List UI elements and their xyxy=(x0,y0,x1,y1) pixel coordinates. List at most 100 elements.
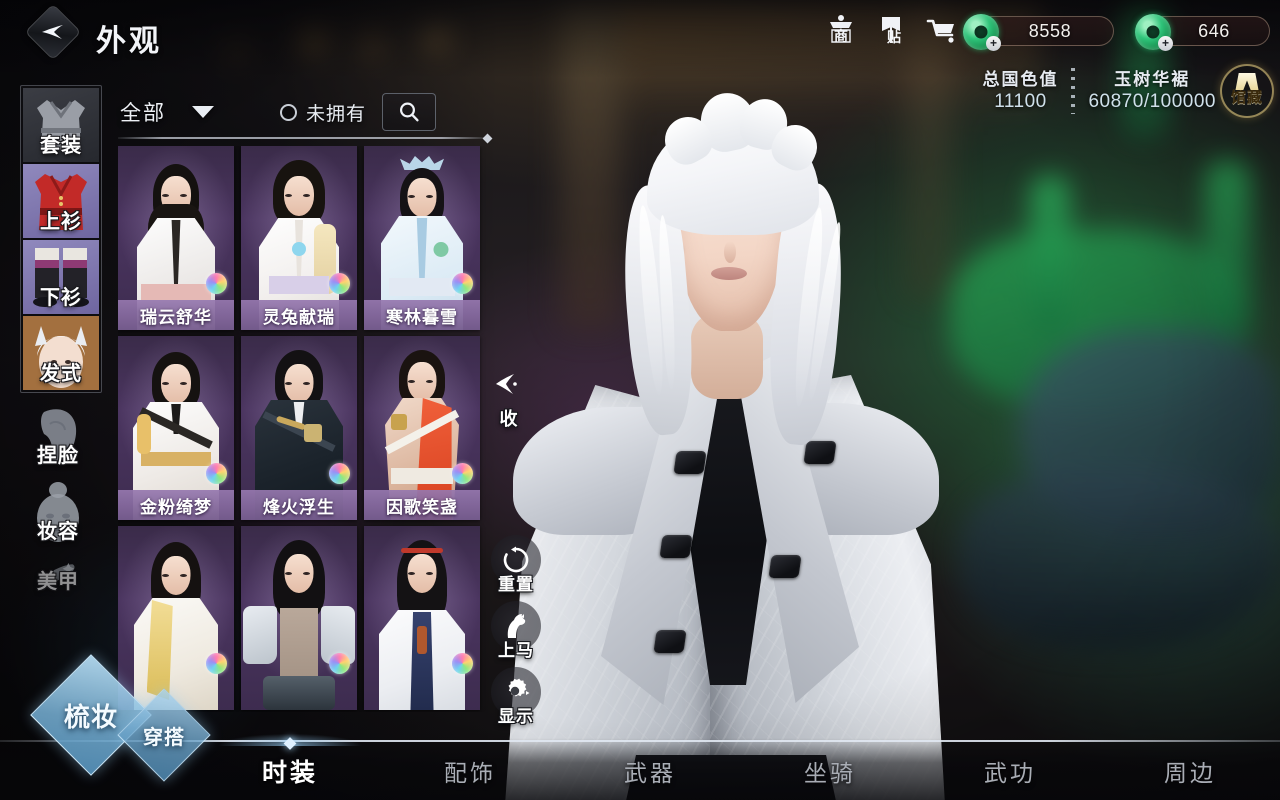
add-currency-icon[interactable]: + xyxy=(1158,36,1173,51)
chevron-down-icon[interactable] xyxy=(192,106,214,118)
sidebar-item-xiashan[interactable]: 下衫 xyxy=(23,240,99,314)
sidebar-item-zhuangrong[interactable]: 妆容 xyxy=(20,474,96,548)
tab-zhoubian[interactable]: 周边 xyxy=(1100,742,1280,800)
total-beauty-label: 总国色值 xyxy=(982,69,1059,89)
top-bar: 外观 商 贴 + 8558 + 646 xyxy=(0,0,1280,62)
outfit-grid-inner: 瑞云舒华 灵兔献瑞 寒林暮雪 金粉绮梦 烽火浮生 因歌笑盏 xyxy=(118,146,486,710)
sidebar-label: 捏脸 xyxy=(37,445,79,467)
mode-label: 穿搭 xyxy=(143,726,185,749)
outfit-card-name: 灵兔献瑞 xyxy=(241,300,357,330)
tab-label: 时装 xyxy=(261,759,318,787)
shop-banner-icon[interactable]: 商 xyxy=(824,13,858,47)
robe-fastener xyxy=(653,630,687,653)
collapse-panel-button[interactable]: 收 xyxy=(487,372,531,431)
search-button[interactable] xyxy=(382,93,437,131)
sidebar-label: 美甲 xyxy=(37,571,79,593)
collapse-panel-label: 收 xyxy=(499,409,519,429)
scene-green-column xyxy=(1030,175,1070,335)
unowned-radio[interactable] xyxy=(280,103,297,121)
stats-bar: 总国色值 11100 玉树华裾 60870/100000 馆藏 xyxy=(982,66,1272,116)
page-title: 外观 xyxy=(96,25,162,58)
green-jade-coin-icon: + xyxy=(1135,14,1173,51)
tab-shizhuang[interactable]: 时装 xyxy=(190,712,390,800)
tab-wugong[interactable]: 武功 xyxy=(920,742,1100,800)
outfit-card-name: 因歌笑盏 xyxy=(364,490,480,520)
filter-bar: 全部 未拥有 xyxy=(120,88,480,136)
sidebar-item-fashi[interactable]: 发式 xyxy=(23,316,99,390)
outfit-grid[interactable]: 瑞云舒华 灵兔献瑞 寒林暮雪 金粉绮梦 烽火浮生 因歌笑盏 xyxy=(118,146,486,712)
outfit-card[interactable]: 金粉绮梦 xyxy=(118,336,234,520)
category-dropdown-value: 全部 xyxy=(120,102,166,125)
currency-value: 8558 xyxy=(1028,20,1072,41)
tab-label: 周边 xyxy=(1164,760,1216,786)
bottom-nav: 梳妆 穿搭 时装 配饰 武器 坐骑 武功 周边 xyxy=(0,654,1280,800)
top-right-icon-group: 商 贴 xyxy=(824,13,958,47)
mount-button[interactable]: 上马 xyxy=(487,601,545,661)
outfit-progress: 玉树华裾 60870/100000 xyxy=(1088,69,1216,114)
chevron-left-icon xyxy=(496,374,517,394)
sidebar-label: 发式 xyxy=(40,363,82,385)
scene-green-column xyxy=(1205,160,1251,330)
outfit-card[interactable]: 因歌笑盏 xyxy=(364,336,480,520)
dye-wheel-icon[interactable] xyxy=(329,463,350,484)
mode-label: 梳妆 xyxy=(63,701,118,732)
robe-fastener xyxy=(803,441,837,464)
outfit-card[interactable]: 灵兔献瑞 xyxy=(241,146,357,330)
robe-fastener xyxy=(659,535,693,558)
add-currency-icon[interactable]: + xyxy=(986,36,1001,51)
sidebar-item-meijia[interactable]: 美甲 xyxy=(20,550,96,598)
shopping-cart-icon[interactable] xyxy=(924,13,958,47)
outfit-card-name: 烽火浮生 xyxy=(241,490,357,520)
currency-jade-gem[interactable]: + 646 xyxy=(1135,14,1270,51)
bottom-tab-list: 时装 配饰 武器 坐骑 武功 周边 xyxy=(190,712,1280,800)
outfit-card[interactable]: 瑞云舒华 xyxy=(118,146,234,330)
outfit-card-name: 金粉绮梦 xyxy=(118,490,234,520)
outfit-card[interactable]: 烽火浮生 xyxy=(241,336,357,520)
green-jade-coin-icon: + xyxy=(963,14,1001,51)
scene-dark-rock xyxy=(960,470,1280,650)
sidebar-item-taozhuang[interactable]: 套装 xyxy=(23,88,99,162)
tab-label: 武功 xyxy=(984,760,1036,786)
sidebar-item-nielian[interactable]: 捏脸 xyxy=(20,398,96,472)
outfit-progress-value: 60870/100000 xyxy=(1088,90,1216,112)
collection-badge[interactable]: 馆藏 xyxy=(1222,66,1272,116)
search-icon xyxy=(400,102,419,122)
outfit-card[interactable]: 寒林暮雪 xyxy=(364,146,480,330)
category-dropdown[interactable]: 全部 xyxy=(120,97,214,127)
svg-text:贴: 贴 xyxy=(887,29,901,45)
sidebar-label: 上衫 xyxy=(40,211,82,233)
tab-zuoqi[interactable]: 坐骑 xyxy=(740,742,920,800)
dye-wheel-icon[interactable] xyxy=(329,273,350,294)
currency-value: 646 xyxy=(1198,20,1230,41)
category-rail-extra: 捏脸 妆容 美甲 xyxy=(20,398,102,598)
dye-wheel-icon[interactable] xyxy=(206,273,227,294)
robe-fastener xyxy=(673,451,707,474)
reset-button[interactable]: 重置 xyxy=(487,535,545,595)
tab-label: 武器 xyxy=(624,760,676,786)
dye-wheel-icon[interactable] xyxy=(452,273,473,294)
unowned-filter-label: 未拥有 xyxy=(306,103,367,125)
collection-badge-label: 馆藏 xyxy=(1230,89,1263,106)
outfit-card-name: 寒林暮雪 xyxy=(364,300,480,330)
dye-wheel-icon[interactable] xyxy=(329,653,350,674)
outfit-card-name: 瑞云舒华 xyxy=(118,300,234,330)
tab-peishi[interactable]: 配饰 xyxy=(380,742,560,800)
dye-wheel-icon[interactable] xyxy=(452,653,473,674)
dye-wheel-icon[interactable] xyxy=(206,463,227,484)
back-arrow-diamond-icon[interactable] xyxy=(41,22,65,42)
sidebar-label: 下衫 xyxy=(40,287,82,309)
sidebar-label: 套装 xyxy=(40,135,82,157)
svg-text:商: 商 xyxy=(834,28,848,44)
dye-wheel-icon[interactable] xyxy=(206,653,227,674)
currency-jade-coin[interactable]: + 8558 xyxy=(963,14,1114,51)
tab-wuqi[interactable]: 武器 xyxy=(560,742,740,800)
character-nose xyxy=(724,241,736,263)
character-lips xyxy=(711,267,747,280)
dye-wheel-icon[interactable] xyxy=(452,463,473,484)
mount-button-label: 上马 xyxy=(498,641,534,660)
reset-button-label: 重置 xyxy=(498,575,534,594)
sidebar-item-shangshan[interactable]: 上衫 xyxy=(23,164,99,238)
flag-post-icon[interactable]: 贴 xyxy=(874,13,908,47)
sidebar-label: 妆容 xyxy=(37,521,79,543)
unowned-filter-toggle[interactable]: 未拥有 xyxy=(280,99,366,126)
